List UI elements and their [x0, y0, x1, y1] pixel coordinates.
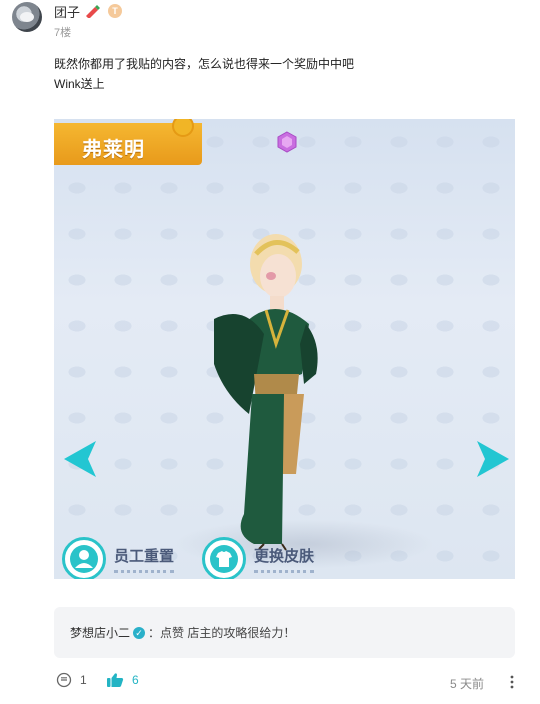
username[interactable]: 团子 [54, 2, 80, 21]
reply-author[interactable]: 梦想店小二 [70, 624, 130, 641]
post-line-2: Wink送上 [54, 77, 105, 91]
staff-reset-button[interactable]: 员工重置 [62, 537, 175, 579]
post-time: 5 天前 [450, 677, 485, 691]
post-content: 既然你都用了我贴的内容，怎么说也得来一个奖励中中吧 Wink送上 [54, 54, 514, 94]
avatar[interactable] [12, 2, 42, 32]
gem-icon [277, 131, 297, 153]
like-button[interactable]: 6 [106, 672, 139, 688]
level-badge-icon: T [108, 4, 123, 18]
staff-reset-label: 员工重置 [114, 545, 175, 573]
verified-icon: ✓ [133, 626, 146, 639]
post-line-1: 既然你都用了我贴的内容，怎么说也得来一个奖励中中吧 [54, 57, 355, 71]
character-name: 弗莱明 [82, 139, 145, 161]
pencil-badge-icon [86, 5, 101, 18]
post-image[interactable]: 弗莱明 员工重置 更换皮肤 [54, 119, 515, 579]
username-row: 团子 T [54, 2, 123, 21]
floor-number: 7楼 [54, 27, 72, 39]
post-footer: 1 6 5 天前 [54, 670, 520, 694]
comment-button[interactable]: 1 [56, 672, 87, 688]
reply-text: ：点赞 店主的攻略很给力！ [148, 626, 296, 640]
comment-icon [56, 672, 72, 688]
reply-box[interactable]: 梦想店小二 ✓ ：点赞 店主的攻略很给力！ [54, 607, 515, 658]
like-count: 6 [132, 673, 139, 687]
arrow-right-icon[interactable] [475, 439, 511, 479]
change-skin-button[interactable]: 更换皮肤 [202, 537, 315, 579]
arrow-left-icon[interactable] [62, 439, 98, 479]
comment-count: 1 [80, 673, 87, 687]
post-header: 团子 T 7楼 [12, 0, 532, 44]
change-skin-label: 更换皮肤 [254, 545, 315, 573]
character-figure [214, 234, 318, 551]
more-options-icon[interactable] [506, 674, 518, 690]
reply-line: 梦想店小二 ✓ ：点赞 店主的攻略很给力！ [70, 624, 295, 641]
tshirt-icon [202, 537, 246, 579]
thumbs-up-icon [107, 673, 124, 687]
staff-reset-icon [62, 537, 106, 579]
